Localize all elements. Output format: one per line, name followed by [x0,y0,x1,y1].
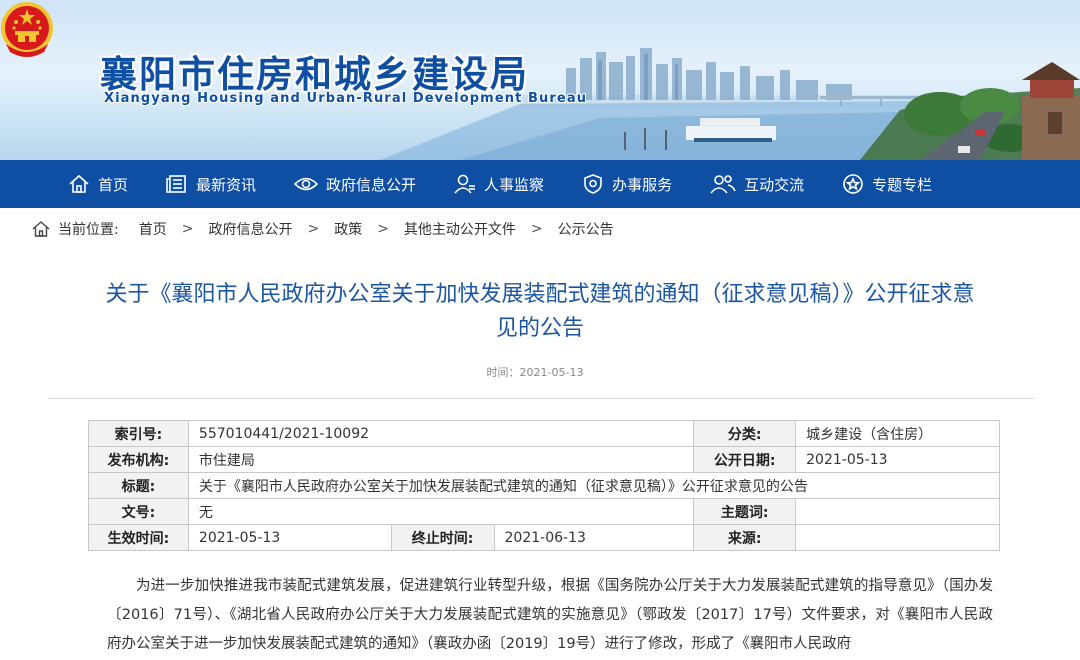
meta-key: 索引号: [88,420,189,447]
nav-item-topics[interactable]: 专题专栏 [842,160,932,208]
nav-item-label: 互动交流 [744,175,805,194]
breadcrumb: 当前位置: 首页 > 政府信息公开 > 政策 > 其他主动公开文件 > 公示公告 [32,219,614,239]
meta-value: 557010441/2021-10092 [187,420,695,447]
meta-value: 市住建局 [187,446,695,473]
meta-key: 文号: [88,498,189,525]
home-icon [32,221,50,237]
breadcrumb-separator: > [307,221,320,237]
nav-item-interaction[interactable]: 互动交流 [710,160,804,208]
article-time: 时间：2021-05-13 [486,366,584,379]
meta-value: 无 [187,498,695,525]
person-icon [454,174,476,194]
users-icon [710,175,736,194]
home-icon [69,174,89,193]
meta-value: 2021-05-13 [187,524,392,551]
news-icon [166,175,186,193]
table-row: 生效时间: 2021-05-13 终止时间: 2021-06-13 来源: [88,524,1000,551]
meta-key: 标题: [88,472,189,499]
nav-item-label: 专题专栏 [872,175,933,194]
nav-item-label: 政府信息公开 [326,175,417,194]
national-emblem-icon [1,2,53,57]
document-meta-table: 索引号: 557010441/2021-10092 分类: 城乡建设（含住房） … [88,420,1001,551]
nav-item-personnel[interactable]: 人事监察 [454,160,544,208]
nav-item-home[interactable]: 首页 [68,160,128,208]
breadcrumb-label: 当前位置: [58,222,119,238]
table-row: 标题: 关于《襄阳市人民政府办公室关于加快发展装配式建筑的通知（征求意见稿）》公… [88,472,1001,499]
article-body: 为进一步加快推进我市装配式建筑发展，促进建筑行业转型升级，根据《国务院办公厅关于… [107,572,993,659]
meta-value: 2021-06-13 [493,524,695,551]
breadcrumb-link-gov-info[interactable]: 政府信息公开 [208,219,292,239]
meta-key: 分类: [693,420,797,447]
body-paragraph: 为进一步加快推进我市装配式建筑发展，促进建筑行业转型升级，根据《国务院办公厅关于… [107,578,993,652]
table-row: 发布机构: 市住建局 公开日期: 2021-05-13 [88,446,1000,473]
meta-value [795,524,1000,551]
site-subtitle: Xiangyang Housing and Urban-Rural Develo… [104,91,588,106]
nav-item-label: 办事服务 [612,175,673,194]
meta-key: 发布机构: [88,446,189,473]
star-icon [843,174,863,194]
breadcrumb-link-other-docs[interactable]: 其他主动公开文件 [404,219,516,239]
meta-value: 关于《襄阳市人民政府办公室关于加快发展装配式建筑的通知（征求意见稿）》公开征求意… [187,472,1001,499]
meta-key: 公开日期: [693,446,797,473]
main-nav: 首页 最新资讯 政府信息公开 人事监察 办事服务 互动交流 专题专栏 [0,160,1080,208]
divider [48,398,1034,399]
eye-icon [294,177,319,191]
nav-item-services[interactable]: 办事服务 [582,160,672,208]
breadcrumb-link-policy[interactable]: 政策 [334,219,362,239]
breadcrumb-separator: > [377,221,389,237]
shield-icon [584,174,602,194]
meta-key: 主题词: [693,498,797,525]
nav-item-label: 首页 [98,175,129,194]
meta-key: 生效时间: [88,524,189,551]
nav-item-gov-info[interactable]: 政府信息公开 [294,160,416,208]
breadcrumb-link-home[interactable]: 首页 [139,219,167,239]
meta-key: 来源: [693,524,797,551]
breadcrumb-link-announcements[interactable]: 公示公告 [558,219,614,239]
breadcrumb-separator: > [530,221,543,237]
meta-value: 2021-05-13 [795,446,1000,473]
meta-key: 终止时间: [390,524,495,551]
header-banner: 襄阳市住房和城乡建设局 Xiangyang Housing and Urban-… [0,0,1080,160]
nav-item-news[interactable]: 最新资讯 [166,160,256,208]
nav-item-label: 最新资讯 [196,175,257,194]
meta-value: 城乡建设（含住房） [795,420,1000,447]
breadcrumb-separator: > [181,221,194,237]
table-row: 索引号: 557010441/2021-10092 分类: 城乡建设（含住房） [88,420,1000,447]
nav-item-label: 人事监察 [484,175,545,194]
table-row: 文号: 无 主题词: [88,498,1000,525]
article-title: 关于《襄阳市人民政府办公室关于加快发展装配式建筑的通知（征求意见稿）》公开征求意… [105,282,975,341]
meta-value [795,498,1000,525]
site-title: 襄阳市住房和城乡建设局 [100,53,529,96]
